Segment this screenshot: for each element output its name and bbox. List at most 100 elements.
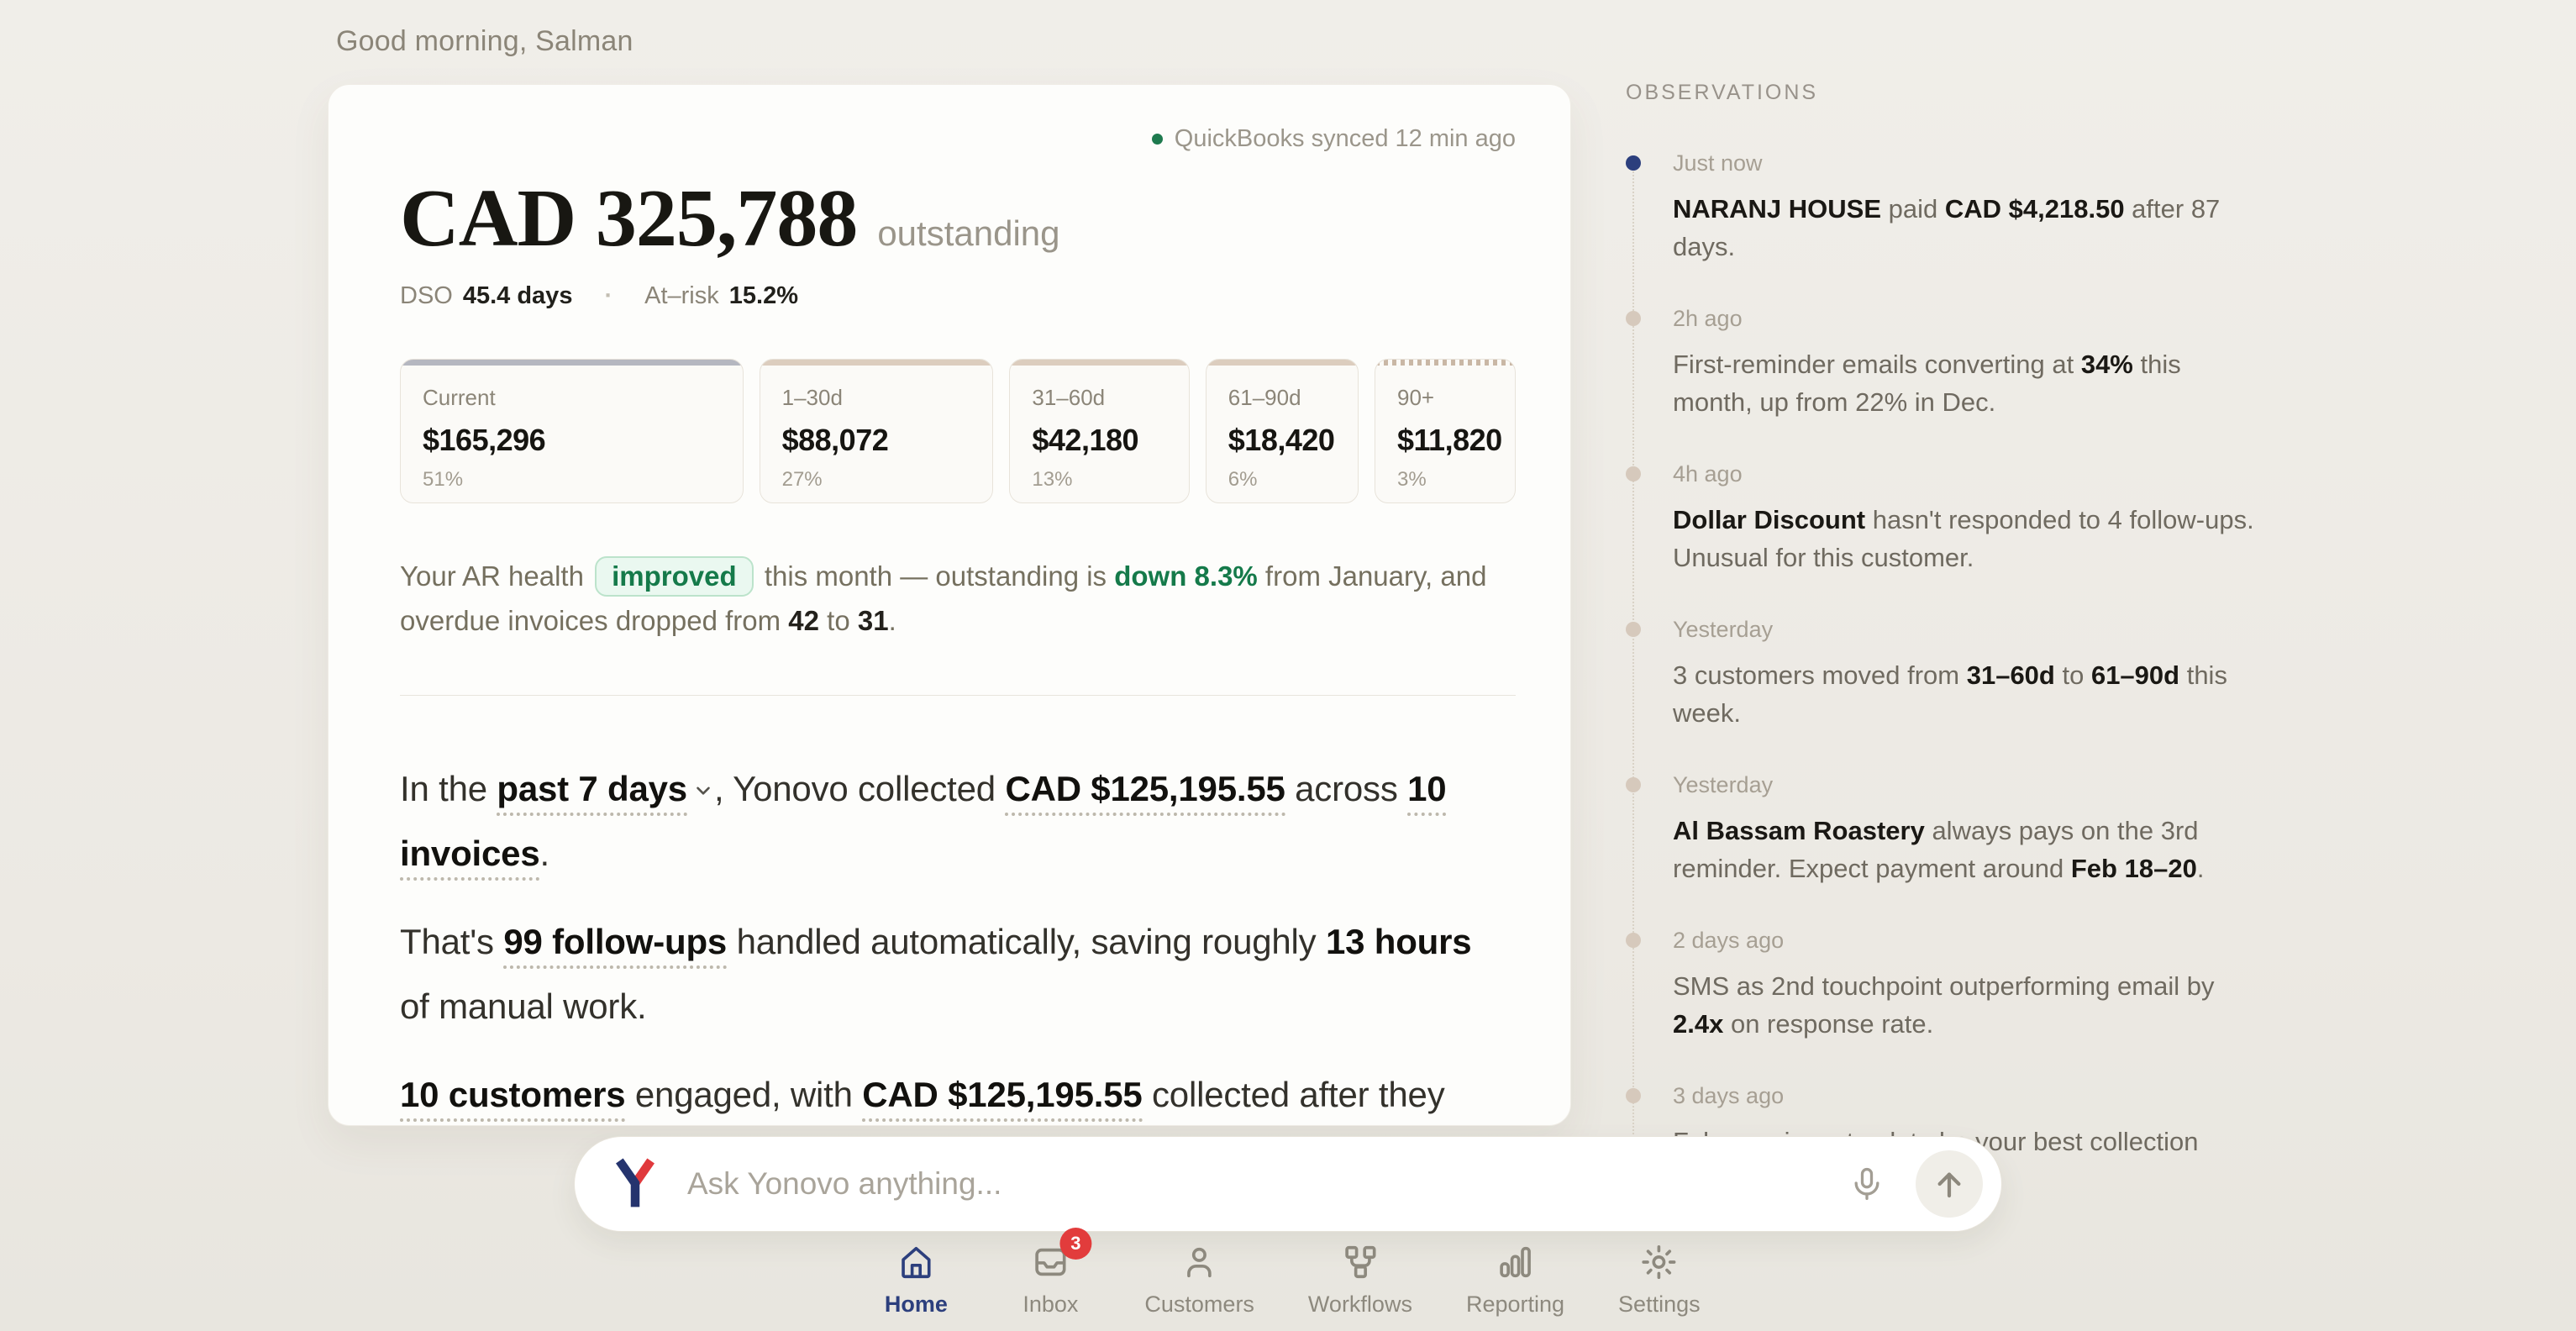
outstanding-suffix: outstanding [877,213,1059,254]
dso-label: DSO [400,282,453,310]
activity-narrative: In the past 7 days, Yonovo collected CAD… [400,756,1484,1126]
home-icon [896,1243,935,1281]
nav-item-reporting[interactable]: Reporting [1466,1243,1564,1318]
bucket-percent: 3% [1397,468,1515,492]
dso-value: 45.4 days [463,282,573,310]
sync-status-dot [1152,134,1163,145]
bucket-accent-bar [1375,360,1515,366]
text-segment: to [2055,660,2091,690]
text-segment: 42 [788,605,819,636]
nav-label: Home [885,1292,948,1318]
at-risk-value: 15.2% [729,282,798,310]
observation-timestamp: Just now [1673,150,2273,176]
follow-ups-link[interactable]: 99 follow-ups [503,922,727,969]
bucket-accent-bar [1010,360,1188,366]
timeline-dot [1626,1088,1641,1103]
microphone-icon [1848,1165,1885,1202]
nav-label: Settings [1618,1292,1701,1318]
observation-text: NARANJ HOUSE paid CAD $4,218.50 after 87… [1673,190,2261,266]
bucket-percent: 27% [782,468,993,492]
bucket-label: 31–60d [1032,385,1188,411]
kpi-separator: · [604,282,612,310]
customers-icon [1180,1243,1219,1281]
bucket-label: 90+ [1397,385,1515,411]
bucket-accent-bar [401,360,743,366]
text-segment: Feb 18–20 [2071,854,2197,883]
inbox-icon: 3 [1031,1243,1070,1281]
text-segment: Al Bassam Roastery [1673,816,1925,845]
bucket-label: Current [423,385,743,411]
aging-bucket[interactable]: 31–60d $42,180 13% [1009,359,1189,503]
observation-text: 3 customers moved from 31–60d to 61–90d … [1673,656,2261,732]
observation-item: 2 days ago SMS as 2nd touchpoint outperf… [1626,928,2273,1043]
text-segment: down 8.3% [1114,560,1258,592]
text-segment: 2.4x [1673,1009,1723,1039]
period-selector[interactable]: past 7 days [497,769,687,816]
text-segment: Your AR health [400,560,591,592]
bucket-amount: $42,180 [1032,423,1188,458]
text-segment: 31–60d [1967,660,2055,690]
microphone-button[interactable] [1842,1159,1892,1209]
nav-label: Reporting [1466,1292,1564,1318]
aging-bucket[interactable]: 61–90d $18,420 6% [1206,359,1359,503]
reporting-icon [1496,1243,1534,1281]
sync-status: QuickBooks synced 12 min ago [400,125,1516,153]
ask-bar [574,1136,2002,1232]
bucket-amount: $18,420 [1228,423,1358,458]
observation-item: Just now NARANJ HOUSE paid CAD $4,218.50… [1626,150,2273,266]
narrative-paragraph: In the past 7 days, Yonovo collected CAD… [400,756,1484,886]
customers-link[interactable]: 10 customers [400,1075,625,1122]
timeline-dot [1626,466,1641,481]
text-segment: 31 [858,605,889,636]
nav-item-inbox[interactable]: 3 Inbox [1010,1243,1091,1318]
text-segment: NARANJ HOUSE [1673,194,1881,224]
observation-timestamp: Yesterday [1673,617,2273,643]
bucket-percent: 6% [1228,468,1358,492]
improved-badge: improved [595,556,754,597]
card-divider [400,695,1516,696]
sync-status-label: QuickBooks synced 12 min ago [1175,125,1516,153]
observation-text: Dollar Discount hasn't responded to 4 fo… [1673,501,2261,576]
text-segment: across [1285,769,1407,808]
aging-bucket[interactable]: 90+ $11,820 3% [1375,359,1516,503]
chevron-down-icon [692,756,714,821]
narrative-paragraph: That's 99 follow-ups handled automatical… [400,909,1484,1039]
text-segment: to [819,605,858,636]
text-segment: That's [400,922,503,961]
observation-item: 2h ago First-reminder emails converting … [1626,306,2273,421]
bucket-accent-bar [1207,360,1358,366]
ask-input[interactable] [687,1166,1842,1202]
observation-timestamp: 4h ago [1673,461,2273,487]
text-segment: 34% [2081,350,2133,379]
bucket-label: 61–90d [1228,385,1358,411]
text-segment: this month — outstanding is [757,560,1115,592]
collected-amount-link[interactable]: CAD $125,195.55 [1005,769,1285,816]
observation-text: First-reminder emails converting at 34% … [1673,345,2261,421]
aging-bucket[interactable]: Current $165,296 51% [400,359,744,503]
observation-timestamp: 3 days ago [1673,1083,2273,1109]
send-button[interactable] [1916,1150,1983,1218]
text-segment: 13 hours [1326,922,1471,961]
timeline-dot [1626,777,1641,792]
observation-text: SMS as 2nd touchpoint outperforming emai… [1673,967,2261,1043]
nav-item-settings[interactable]: Settings [1618,1243,1701,1318]
text-segment: SMS as 2nd touchpoint outperforming emai… [1673,971,2214,1001]
text-segment: Dollar Discount [1673,505,1865,534]
yonovo-logo-icon [612,1158,659,1210]
aging-bucket[interactable]: 1–30d $88,072 27% [760,359,994,503]
bucket-percent: 51% [423,468,743,492]
collected-amount-link[interactable]: CAD $125,195.55 [862,1075,1142,1122]
text-segment: 61–90d [2091,660,2179,690]
text-segment: In the [400,769,497,808]
observation-text: Al Bassam Roastery always pays on the 3r… [1673,812,2261,887]
text-segment: 3 customers moved from [1673,660,1967,690]
nav-item-home[interactable]: Home [875,1243,956,1318]
text-segment: CAD $4,218.50 [1945,194,2125,224]
kpi-row: DSO 45.4 days · At–risk 15.2% [400,282,1516,310]
observations-header: OBSERVATIONS [1626,81,2273,105]
ar-health-summary: Your AR health improved this month — out… [400,554,1492,643]
workflows-icon [1341,1243,1380,1281]
nav-item-workflows[interactable]: Workflows [1308,1243,1412,1318]
nav-item-customers[interactable]: Customers [1144,1243,1254,1318]
settings-icon [1640,1243,1679,1281]
